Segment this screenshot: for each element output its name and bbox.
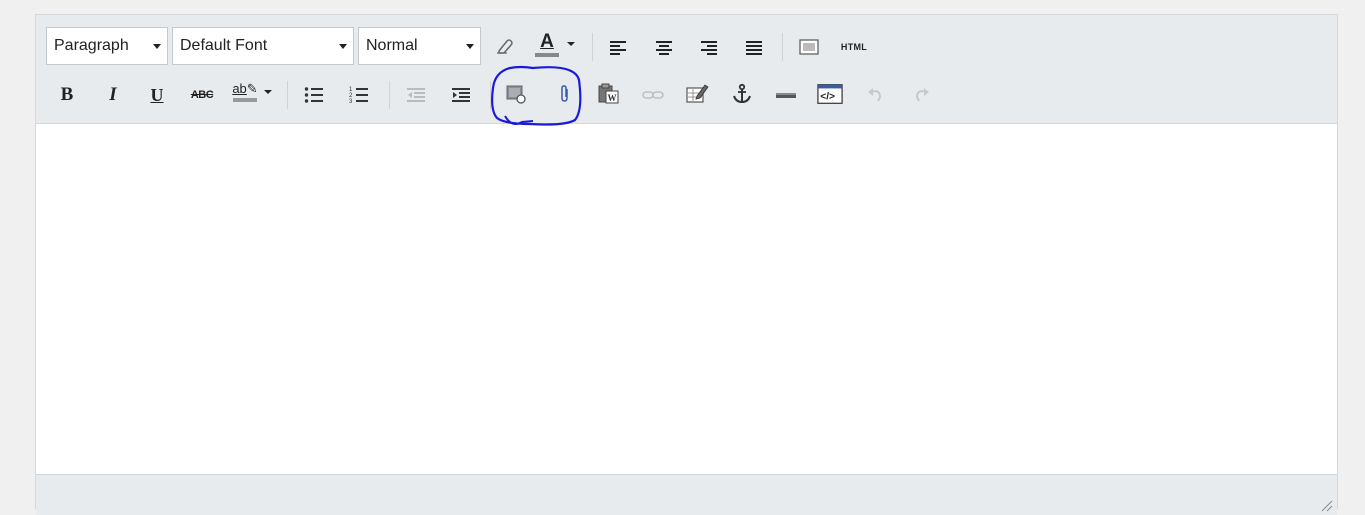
- source-code-button[interactable]: </>: [817, 81, 843, 107]
- strikethrough-label: ABC: [190, 89, 214, 101]
- font-size-select[interactable]: Normal: [358, 27, 481, 65]
- toolbar-divider: [389, 81, 390, 109]
- insert-image-button[interactable]: [503, 81, 529, 107]
- svg-text:3: 3: [349, 99, 353, 105]
- outdent-button[interactable]: [403, 82, 429, 108]
- chevron-down-icon: [339, 44, 347, 49]
- italic-button[interactable]: I: [100, 82, 126, 108]
- italic-label: I: [109, 84, 117, 105]
- editor-toolbar: Paragraph Default Font Normal A HTML B I…: [36, 15, 1337, 124]
- numbered-list-icon: 1 2 3: [349, 87, 368, 105]
- redo-button[interactable]: [909, 82, 935, 108]
- redo-icon: [915, 88, 929, 102]
- align-justify-icon: [746, 41, 762, 55]
- horizontal-rule-button[interactable]: [773, 82, 799, 108]
- html-source-button[interactable]: HTML: [836, 34, 872, 60]
- resize-handle-icon[interactable]: [1319, 498, 1333, 512]
- numbered-list-button[interactable]: 1 2 3: [346, 82, 372, 108]
- font-size-value: Normal: [366, 37, 418, 54]
- rich-text-editor: Paragraph Default Font Normal A HTML B I…: [35, 14, 1338, 515]
- underline-label: U: [150, 84, 164, 105]
- fullscreen-icon: [799, 39, 819, 55]
- chevron-down-icon: [153, 44, 161, 49]
- edit-table-button[interactable]: [684, 81, 710, 107]
- align-center-button[interactable]: [651, 34, 677, 60]
- eraser-button[interactable]: [492, 33, 518, 59]
- undo-button[interactable]: [862, 82, 888, 108]
- highlight-label: ab: [232, 81, 247, 96]
- pencil-icon: ✎: [246, 81, 258, 96]
- fullscreen-button[interactable]: [796, 34, 822, 60]
- align-left-button[interactable]: [605, 34, 631, 60]
- undo-icon: [868, 88, 882, 102]
- font-family-value: Default Font: [180, 37, 268, 54]
- highlight-icon: ab✎: [232, 82, 257, 96]
- bullet-list-button[interactable]: [301, 82, 327, 108]
- paragraph-format-value: Paragraph: [54, 37, 129, 54]
- editor-content-area[interactable]: [36, 124, 1337, 474]
- paste-from-word-button[interactable]: W: [596, 81, 622, 107]
- font-color-button[interactable]: A: [532, 31, 578, 57]
- toolbar-divider: [490, 81, 491, 109]
- html-label: HTML: [840, 42, 868, 52]
- toolbar-divider: [782, 33, 783, 61]
- toolbar-divider: [287, 81, 288, 109]
- align-center-icon: [656, 41, 672, 55]
- horizontal-rule-icon: [776, 93, 796, 98]
- indent-icon: [452, 88, 470, 102]
- paste-word-icon: W: [598, 83, 619, 104]
- anchor-icon: [733, 83, 751, 104]
- svg-text:</>: </>: [820, 92, 835, 103]
- paragraph-format-select[interactable]: Paragraph: [46, 27, 168, 65]
- editor-status-bar: [36, 474, 1337, 515]
- indent-button[interactable]: [448, 82, 474, 108]
- insert-link-button[interactable]: [640, 82, 666, 108]
- highlight-swatch: [233, 98, 257, 102]
- bold-label: B: [60, 84, 74, 105]
- align-left-icon: [610, 41, 626, 55]
- bold-button[interactable]: B: [54, 82, 80, 108]
- eraser-icon: [497, 39, 513, 54]
- insert-anchor-button[interactable]: [729, 81, 755, 107]
- link-icon: [642, 91, 664, 99]
- highlight-button[interactable]: ab✎: [231, 79, 273, 105]
- outdent-icon: [407, 88, 425, 102]
- underline-button[interactable]: U: [144, 82, 170, 108]
- align-justify-button[interactable]: [741, 34, 767, 60]
- chevron-down-icon: [263, 90, 272, 94]
- bullet-list-icon: [304, 87, 323, 103]
- insert-image-icon: [506, 85, 526, 104]
- chevron-down-icon: [567, 42, 575, 46]
- attach-file-icon: [561, 85, 568, 102]
- font-color-icon: A: [540, 30, 554, 52]
- font-family-select[interactable]: Default Font: [172, 27, 354, 65]
- align-right-button[interactable]: [696, 34, 722, 60]
- attach-file-button[interactable]: [552, 81, 578, 107]
- edit-table-icon: [686, 84, 709, 103]
- align-right-icon: [701, 41, 717, 55]
- source-code-icon: </>: [817, 84, 843, 104]
- strikethrough-button[interactable]: ABC: [189, 82, 215, 108]
- chevron-down-icon: [466, 44, 474, 49]
- toolbar-divider: [592, 33, 593, 61]
- font-color-swatch: [535, 52, 559, 57]
- svg-text:W: W: [608, 93, 617, 103]
